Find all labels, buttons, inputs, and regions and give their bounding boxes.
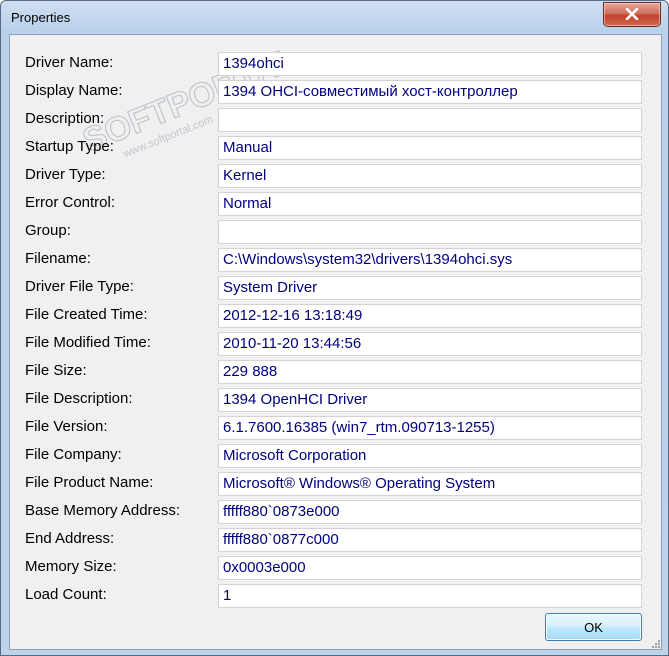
property-value-field[interactable]: 1394ohci bbox=[218, 52, 642, 76]
property-label: Driver Type: bbox=[25, 166, 106, 183]
property-value-field[interactable]: System Driver bbox=[218, 276, 642, 300]
property-row: Group: bbox=[10, 218, 661, 246]
property-value-field[interactable]: C:\Windows\system32\drivers\1394ohci.sys bbox=[218, 248, 642, 272]
property-value-field[interactable]: 0x0003e000 bbox=[218, 556, 642, 580]
close-button[interactable] bbox=[603, 2, 661, 27]
property-label: Filename: bbox=[25, 250, 91, 267]
property-value: fffff880`0873e000 bbox=[223, 503, 340, 520]
property-label: Memory Size: bbox=[25, 558, 117, 575]
property-row: Driver Type: Kernel bbox=[10, 162, 661, 190]
property-value-field[interactable]: 1 bbox=[218, 584, 642, 608]
property-value: 1394ohci bbox=[223, 55, 284, 72]
properties-dialog: Properties SOFTPORTAL www.softportal.com… bbox=[0, 0, 669, 656]
property-label: Base Memory Address: bbox=[25, 502, 181, 519]
property-row: Driver File Type: System Driver bbox=[10, 274, 661, 302]
property-label: Display Name: bbox=[25, 82, 123, 99]
property-value: 229 888 bbox=[223, 363, 278, 380]
property-value: Manual bbox=[223, 139, 273, 156]
property-row: File Size: 229 888 bbox=[10, 358, 661, 386]
property-row: Driver Name: 1394ohci bbox=[10, 50, 661, 78]
property-label: File Created Time: bbox=[25, 306, 148, 323]
property-value-field[interactable] bbox=[218, 108, 642, 132]
property-value-field[interactable]: 1394 OpenHCI Driver bbox=[218, 388, 642, 412]
property-label: End Address: bbox=[25, 530, 115, 547]
property-value-field[interactable]: Kernel bbox=[218, 164, 642, 188]
property-label: Error Control: bbox=[25, 194, 116, 211]
resize-grip-icon[interactable] bbox=[650, 638, 660, 648]
property-row: File Product Name: Microsoft® Windows® Op… bbox=[10, 470, 661, 498]
property-label: Load Count: bbox=[25, 586, 107, 603]
property-label: Description: bbox=[25, 110, 105, 127]
property-label: Group: bbox=[25, 222, 71, 239]
property-row: Filename: C:\Windows\system32\drivers\139… bbox=[10, 246, 661, 274]
property-row: File Description: 1394 OpenHCI Driver bbox=[10, 386, 661, 414]
property-value-field[interactable]: fffff880`0877c000 bbox=[218, 528, 642, 552]
property-value: 6.1.7600.16385 (win7_rtm.090713-1255) bbox=[223, 419, 495, 436]
property-value: 0x0003e000 bbox=[223, 559, 306, 576]
property-value: 1 bbox=[223, 587, 232, 604]
property-value-field[interactable]: fffff880`0873e000 bbox=[218, 500, 642, 524]
property-row: End Address: fffff880`0877c000 bbox=[10, 526, 661, 554]
properties-panel: SOFTPORTAL www.softportal.com Driver Nam… bbox=[9, 34, 662, 650]
property-value: Microsoft® Windows® Operating System bbox=[223, 475, 496, 492]
property-value-field[interactable]: 229 888 bbox=[218, 360, 642, 384]
property-value: Microsoft Corporation bbox=[223, 447, 367, 464]
ok-button[interactable]: OK bbox=[545, 613, 642, 641]
property-row: Base Memory Address: fffff880`0873e000 bbox=[10, 498, 661, 526]
property-label: Driver Name: bbox=[25, 54, 114, 71]
property-value: 1394 OHCI-совместимый хост-контроллер bbox=[223, 83, 518, 100]
property-row: Load Count: 1 bbox=[10, 582, 661, 610]
property-value: 2010-11-20 13:44:56 bbox=[223, 335, 362, 352]
property-row: File Modified Time: 2010-11-20 13:44:56 bbox=[10, 330, 661, 358]
property-row: File Version: 6.1.7600.16385 (win7_rtm.09… bbox=[10, 414, 661, 442]
property-value-field[interactable]: 2010-11-20 13:44:56 bbox=[218, 332, 642, 356]
property-value: System Driver bbox=[223, 279, 318, 296]
property-value-field[interactable]: Normal bbox=[218, 192, 642, 216]
property-value: 1394 OpenHCI Driver bbox=[223, 391, 368, 408]
property-value-field[interactable] bbox=[218, 220, 642, 244]
property-label: File Description: bbox=[25, 390, 133, 407]
property-label: Startup Type: bbox=[25, 138, 114, 155]
property-value-field[interactable]: Manual bbox=[218, 136, 642, 160]
property-value-field[interactable]: 6.1.7600.16385 (win7_rtm.090713-1255) bbox=[218, 416, 642, 440]
property-row: Startup Type: Manual bbox=[10, 134, 661, 162]
property-value-field[interactable]: Microsoft Corporation bbox=[218, 444, 642, 468]
property-label: Driver File Type: bbox=[25, 278, 134, 295]
property-value-field[interactable]: 2012-12-16 13:18:49 bbox=[218, 304, 642, 328]
property-label: File Size: bbox=[25, 362, 87, 379]
property-row: Display Name: 1394 OHCI-совместимый хост-… bbox=[10, 78, 661, 106]
property-value-field[interactable]: 1394 OHCI-совместимый хост-контроллер bbox=[218, 80, 642, 104]
property-label: File Company: bbox=[25, 446, 122, 463]
property-label: File Version: bbox=[25, 418, 108, 435]
window-title: Properties bbox=[11, 10, 71, 25]
property-row: Memory Size: 0x0003e000 bbox=[10, 554, 661, 582]
property-row: File Company: Microsoft Corporation bbox=[10, 442, 661, 470]
title-bar[interactable]: Properties bbox=[1, 1, 668, 35]
property-value-field[interactable]: Microsoft® Windows® Operating System bbox=[218, 472, 642, 496]
property-value: C:\Windows\system32\drivers\1394ohci.sys bbox=[223, 251, 513, 268]
property-row: Error Control: Normal bbox=[10, 190, 661, 218]
close-icon bbox=[625, 8, 639, 20]
property-value: 2012-12-16 13:18:49 bbox=[223, 307, 363, 324]
property-value: fffff880`0877c000 bbox=[223, 531, 339, 548]
property-row: File Created Time: 2012-12-16 13:18:49 bbox=[10, 302, 661, 330]
property-label: File Modified Time: bbox=[25, 334, 151, 351]
property-label: File Product Name: bbox=[25, 474, 154, 491]
property-row: Description: bbox=[10, 106, 661, 134]
property-value: Kernel bbox=[223, 167, 267, 184]
property-value: Normal bbox=[223, 195, 272, 212]
